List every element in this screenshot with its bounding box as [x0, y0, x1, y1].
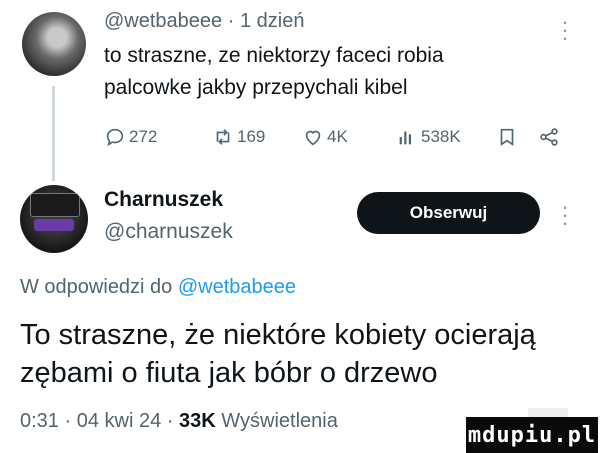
reply-to-mention[interactable]: @wetbabeee — [178, 276, 296, 298]
reply-action[interactable]: 272 — [104, 126, 157, 148]
like-count: 4K — [327, 127, 348, 146]
avatar-glasses-detail — [34, 219, 74, 231]
footer-separator-2: · — [166, 410, 174, 432]
reply-tweet-footer: 0:31 · 04 kwi 24 · 33K Wyświetlenia — [20, 410, 338, 433]
reply-to-line: W odpowiedzi do @wetbabeee — [20, 276, 296, 299]
heart-icon — [305, 130, 321, 146]
follow-button[interactable]: Obserwuj — [357, 192, 540, 234]
reply-handle[interactable]: @charnuszek — [104, 220, 233, 244]
site-watermark: mdupiu.pl — [466, 417, 598, 453]
share-button[interactable] — [538, 126, 560, 148]
more-options-icon[interactable]: · · · — [560, 11, 570, 49]
reply-icon — [106, 128, 124, 147]
views-count: 538K — [421, 127, 461, 146]
reply-to-prefix: W odpowiedzi do — [20, 276, 173, 298]
retweet-count: 169 — [237, 127, 266, 146]
avatar-wetbabeee[interactable] — [22, 12, 86, 76]
avatar-hat-detail — [30, 193, 80, 217]
avatar-charnuszek[interactable] — [20, 185, 88, 253]
reply-date[interactable]: 04 kwi 24 — [77, 410, 162, 432]
bookmark-icon — [500, 128, 514, 146]
reply-views-label: Wyświetlenia — [221, 410, 338, 432]
retweet-action[interactable]: 169 — [212, 126, 265, 148]
parent-time[interactable]: 1 dzień — [240, 10, 305, 32]
bookmark-button[interactable] — [496, 126, 518, 148]
meta-separator: · — [227, 10, 235, 32]
footer-separator-1: · — [64, 410, 72, 432]
reply-time[interactable]: 0:31 — [20, 410, 59, 432]
like-action[interactable]: 4K — [302, 126, 348, 148]
parent-tweet-text: to straszne, ze niektorzy faceci robia p… — [104, 44, 444, 99]
reply-tweet-text: To straszne, że niektóre kobiety ocieraj… — [20, 319, 536, 389]
thread-connector-line — [52, 86, 55, 181]
parent-handle[interactable]: @wetbabeee — [104, 10, 222, 32]
share-icon — [540, 128, 558, 146]
reply-count: 272 — [129, 127, 158, 146]
views-chart-icon — [399, 131, 412, 145]
parent-tweet-meta: @wetbabeee · 1 dzień — [104, 10, 304, 33]
retweet-icon — [216, 129, 230, 145]
reply-display-name[interactable]: Charnuszek — [104, 188, 223, 212]
reply-views-count: 33K — [179, 410, 216, 432]
views-action[interactable]: 538K — [396, 126, 461, 148]
reply-more-options-icon[interactable]: · · · — [560, 196, 570, 234]
